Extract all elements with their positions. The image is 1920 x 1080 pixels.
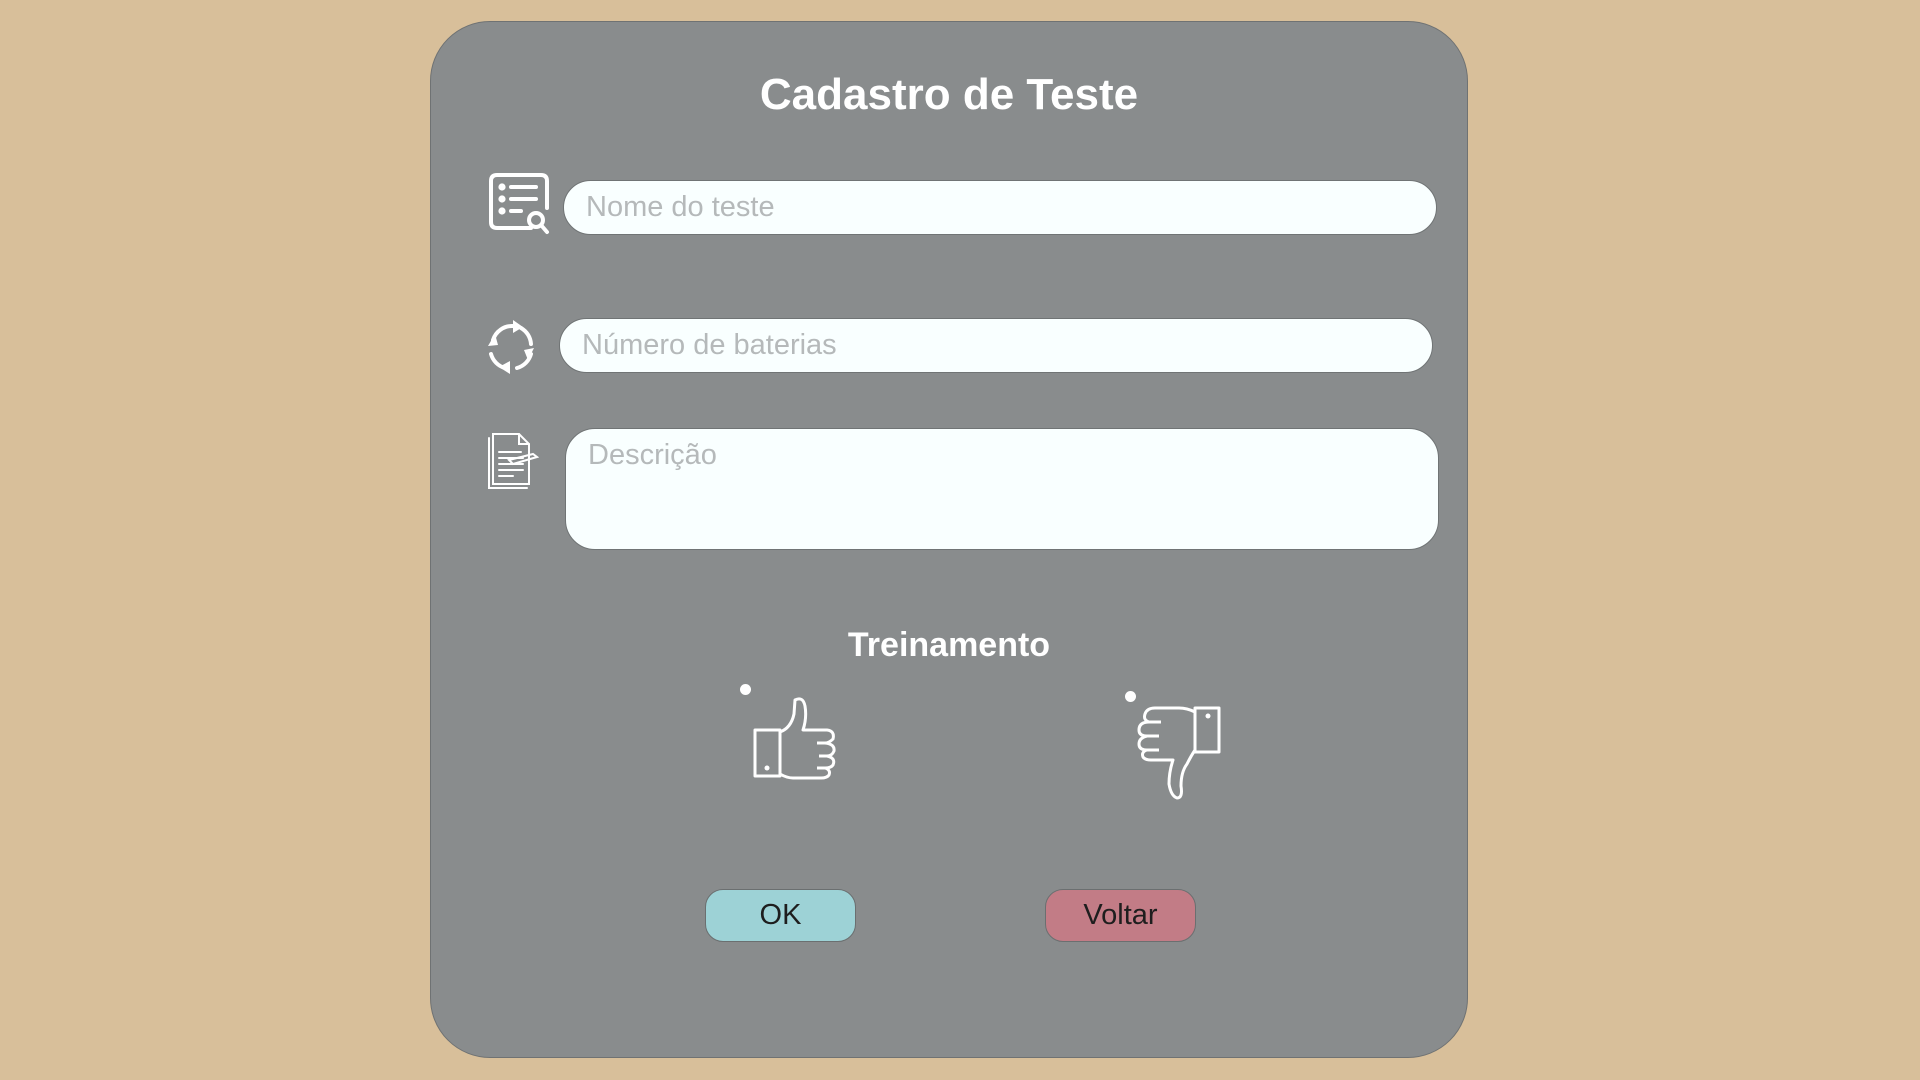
dialog-title: Cadastro de Teste: [759, 70, 1139, 119]
battery-count-input[interactable]: [559, 318, 1433, 373]
list-search-icon: [489, 173, 549, 234]
document-pen-icon: [488, 433, 539, 489]
thumbs-down-icon[interactable]: [1131, 694, 1225, 806]
ok-button-label: OK: [759, 899, 802, 931]
description-textarea[interactable]: [565, 428, 1439, 550]
thumbs-up-icon[interactable]: [749, 694, 843, 782]
test-name-input[interactable]: [563, 180, 1437, 235]
cycle-arrows-icon: [488, 320, 534, 374]
back-button[interactable]: Voltar: [1045, 889, 1196, 942]
register-test-dialog: Cadastro de Teste Treinam: [430, 21, 1468, 1058]
ok-button[interactable]: OK: [705, 889, 856, 942]
back-button-label: Voltar: [1083, 899, 1158, 931]
training-label: Treinamento: [847, 626, 1051, 664]
